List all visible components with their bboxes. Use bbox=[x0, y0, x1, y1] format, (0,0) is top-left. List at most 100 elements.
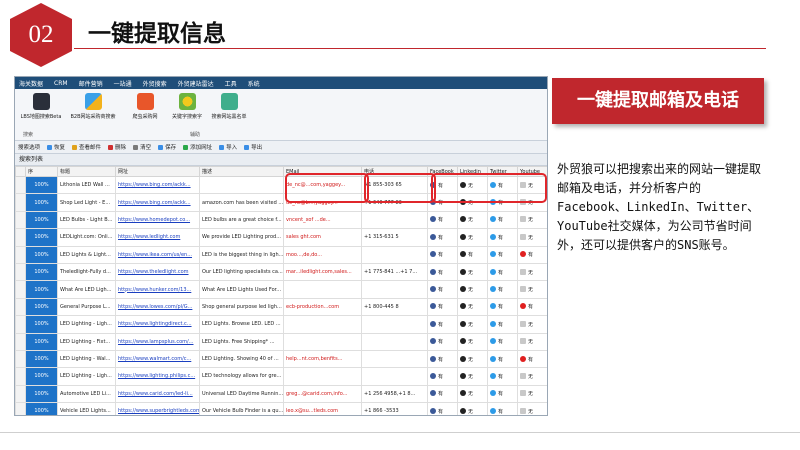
row-selector[interactable] bbox=[15, 262, 26, 282]
cell-li: 无 bbox=[457, 210, 488, 230]
cell-yt: 无 bbox=[517, 384, 547, 404]
cell-url[interactable]: https://www.lowes.com/pl/G... bbox=[115, 297, 200, 317]
row-selector[interactable] bbox=[15, 367, 26, 386]
toolbar-button-label: 删除 bbox=[115, 145, 127, 151]
youtube-icon bbox=[520, 251, 526, 258]
table-row[interactable]: 100% LED Bulbs - Light B... https://www.ho… bbox=[15, 210, 547, 230]
row-selector[interactable] bbox=[15, 384, 26, 404]
facebook-icon bbox=[430, 355, 436, 362]
b2b-buyer-search-button[interactable]: B2B网站采购商搜索 bbox=[69, 93, 117, 120]
col-seq[interactable]: 序 bbox=[25, 166, 58, 177]
table-row[interactable]: 100% LED Lights & Light... https://www.ike… bbox=[15, 245, 547, 264]
row-selector[interactable] bbox=[15, 332, 26, 351]
facebook-icon bbox=[430, 303, 436, 310]
table-row[interactable]: 100% LED Lighting - Wal... https://www.wal… bbox=[15, 349, 547, 369]
cell-li: 无 bbox=[457, 367, 488, 386]
menu-item[interactable]: CRM bbox=[54, 80, 68, 87]
menu-item[interactable]: 外贸建站雷达 bbox=[178, 79, 214, 88]
cell-url[interactable]: https://www.carid.com/led-li... bbox=[115, 384, 200, 404]
crawler-buyer-button[interactable]: 爬虫采购网 bbox=[121, 93, 169, 120]
row-selector[interactable] bbox=[15, 297, 26, 317]
cell-email: ecb-production...com bbox=[283, 297, 362, 317]
cell-yt: 无 bbox=[517, 315, 547, 334]
cell-progress: 100% bbox=[25, 297, 58, 317]
row-selector[interactable] bbox=[15, 402, 26, 415]
sns-status: 无 bbox=[468, 391, 474, 398]
cell-url[interactable]: https://www.ledlight.com bbox=[115, 228, 200, 247]
facebook-icon bbox=[430, 390, 436, 397]
cell-url[interactable]: https://www.ikea.com/us/en... bbox=[115, 245, 200, 264]
cell-progress: 100% bbox=[25, 315, 58, 334]
sns-status: 无 bbox=[528, 391, 534, 398]
email-column-highlight bbox=[285, 173, 369, 203]
cell-url[interactable]: https://www.superbrightleds.com bbox=[115, 402, 200, 415]
toolbar-button-label: 导入 bbox=[226, 145, 238, 151]
toolbar-button-label: 保存 bbox=[165, 145, 177, 151]
keyword-search-button[interactable]: 关键字搜索字 bbox=[163, 93, 211, 120]
toolbar-button[interactable]: 保存 bbox=[158, 143, 176, 151]
cell-url[interactable]: https://www.homedepot.co... bbox=[115, 210, 200, 230]
toolbar-button[interactable]: 删除 bbox=[108, 143, 126, 151]
cell-url[interactable]: https://www.theledlight.com bbox=[115, 262, 200, 282]
table-row[interactable]: 100% Vehicle LED Lights... https://www.sup… bbox=[15, 402, 547, 415]
toolbar-button[interactable]: 查看邮件 bbox=[72, 143, 101, 151]
table-row[interactable]: 100% LED Lighting - Fixt... https://www.la… bbox=[15, 332, 547, 351]
sns-status: 无 bbox=[468, 321, 474, 328]
row-selector[interactable] bbox=[15, 175, 26, 195]
lbs-map-search-button[interactable]: LBS地图搜索Beta bbox=[17, 93, 65, 120]
cell-url[interactable]: https://www.lampsplus.com/... bbox=[115, 332, 200, 351]
sns-status: 无 bbox=[468, 234, 474, 241]
cell-yt: 无 bbox=[517, 402, 547, 415]
toolbar-button[interactable]: 搜索选项 bbox=[18, 143, 40, 151]
menu-item[interactable]: 工具 bbox=[225, 79, 237, 88]
toolbar-button[interactable]: 导出 bbox=[244, 143, 262, 151]
table-row[interactable]: 100% LEDLight.com: Onli... https://www.led… bbox=[15, 228, 547, 247]
toolbar-button[interactable]: 导入 bbox=[219, 143, 237, 151]
youtube-icon bbox=[520, 320, 526, 327]
col-title[interactable]: 标题 bbox=[57, 166, 116, 177]
cell-email: leo.x@su...tleds.com bbox=[283, 402, 362, 415]
cell-url[interactable]: https://www.hunker.com/13... bbox=[115, 280, 200, 299]
cell-title: LED Lighting - Wal... bbox=[57, 349, 116, 369]
cell-tw: 有 bbox=[487, 228, 518, 247]
cell-url[interactable]: https://www.bing.com/ackk... bbox=[115, 175, 200, 195]
cell-url[interactable]: https://www.lightingdirect.c... bbox=[115, 315, 200, 334]
youtube-icon bbox=[520, 233, 526, 240]
cell-li: 无 bbox=[457, 315, 488, 334]
slide-title: 一键提取信息 bbox=[88, 20, 226, 47]
menu-item[interactable]: 海关数据 bbox=[19, 79, 43, 88]
table-row[interactable]: 100% LED Lighting - Ligh... https://www.li… bbox=[15, 315, 547, 334]
cell-fb: 有 bbox=[427, 367, 458, 386]
cell-url[interactable]: https://www.lighting.philips.c... bbox=[115, 367, 200, 386]
row-selector[interactable] bbox=[15, 210, 26, 230]
sns-status: 有 bbox=[498, 356, 504, 363]
cell-fb: 有 bbox=[427, 210, 458, 230]
cell-url[interactable]: https://www.bing.com/ackk... bbox=[115, 193, 200, 212]
table-row[interactable]: 100% Automotive LED Li... https://www.cari… bbox=[15, 384, 547, 404]
cell-url[interactable]: https://www.walmart.com/c... bbox=[115, 349, 200, 369]
col-desc[interactable]: 描述 bbox=[199, 166, 284, 177]
menu-item[interactable]: 一站通 bbox=[114, 79, 132, 88]
menu-item[interactable]: 外贸搜索 bbox=[143, 79, 167, 88]
col-url[interactable]: 网址 bbox=[115, 166, 200, 177]
row-selector[interactable] bbox=[15, 349, 26, 369]
ribbon-group-search: 搜索 bbox=[23, 132, 34, 138]
table-row[interactable]: 100% LED Lighting - Ligh... https://www.li… bbox=[15, 367, 547, 386]
toolbar-button[interactable]: 恢复 bbox=[47, 143, 65, 151]
sns-status: 有 bbox=[498, 217, 504, 224]
toolbar-button[interactable]: 清空 bbox=[133, 143, 151, 151]
table-row[interactable]: 100% What Are LED Ligh... https://www.hunk… bbox=[15, 280, 547, 299]
row-selector[interactable] bbox=[15, 245, 26, 264]
cell-desc: Shop general purpose led ligh... bbox=[199, 297, 284, 317]
blacklist-button[interactable]: 搜索网站黑名单 bbox=[205, 93, 253, 120]
table-row[interactable]: 100% Theledlight-Fully d... https://www.th… bbox=[15, 262, 547, 282]
toolbar-button[interactable]: 添加网址 bbox=[183, 143, 212, 151]
table-row[interactable]: 100% General Purpose L... https://www.lowe… bbox=[15, 297, 547, 317]
row-selector[interactable] bbox=[15, 228, 26, 247]
sns-status: 无 bbox=[468, 356, 474, 363]
menu-item[interactable]: 系统 bbox=[248, 79, 260, 88]
row-selector[interactable] bbox=[15, 315, 26, 334]
menu-item[interactable]: 邮件营销 bbox=[79, 79, 103, 88]
row-selector[interactable] bbox=[15, 193, 26, 212]
row-selector[interactable] bbox=[15, 280, 26, 299]
